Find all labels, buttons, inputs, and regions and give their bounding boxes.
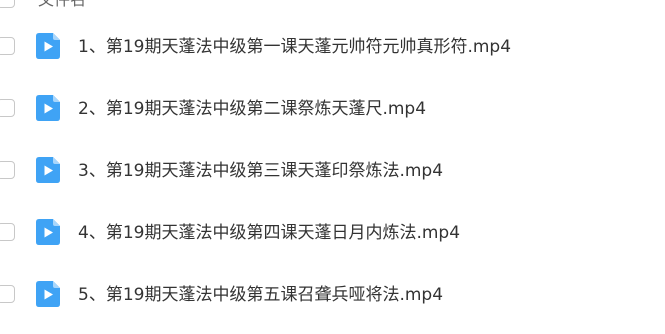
video-file-icon	[36, 281, 60, 307]
file-row[interactable]: 4、第19期天蓬法中级第四课天蓬日月内炼法.mp4	[0, 202, 665, 264]
file-row[interactable]: 1、第19期天蓬法中级第一课天蓬元帅符元帅真形符.mp4	[0, 16, 665, 78]
file-name[interactable]: 5、第19期天蓬法中级第五课召聋兵哑将法.mp4	[78, 282, 443, 308]
list-header: 文件名	[0, 0, 665, 12]
file-name[interactable]: 1、第19期天蓬法中级第一课天蓬元帅符元帅真形符.mp4	[78, 34, 511, 60]
row-checkbox[interactable]	[0, 223, 15, 241]
row-checkbox[interactable]	[0, 37, 15, 55]
row-checkbox[interactable]	[0, 161, 15, 179]
file-name[interactable]: 4、第19期天蓬法中级第四课天蓬日月内炼法.mp4	[78, 220, 460, 246]
row-checkbox[interactable]	[0, 285, 15, 303]
file-row[interactable]: 3、第19期天蓬法中级第三课天蓬印祭炼法.mp4	[0, 140, 665, 202]
column-header-filename[interactable]: 文件名	[38, 0, 86, 10]
file-name[interactable]: 2、第19期天蓬法中级第二课祭炼天蓬尺.mp4	[78, 96, 426, 122]
file-row[interactable]: 2、第19期天蓬法中级第二课祭炼天蓬尺.mp4	[0, 78, 665, 140]
video-file-icon	[36, 95, 60, 121]
file-name[interactable]: 3、第19期天蓬法中级第三课天蓬印祭炼法.mp4	[78, 158, 443, 184]
video-file-icon	[36, 157, 60, 183]
file-list: 1、第19期天蓬法中级第一课天蓬元帅符元帅真形符.mp4 2、第19期天蓬法中级…	[0, 16, 665, 326]
video-file-icon	[36, 33, 60, 59]
file-row[interactable]: 5、第19期天蓬法中级第五课召聋兵哑将法.mp4	[0, 264, 665, 326]
row-checkbox[interactable]	[0, 99, 15, 117]
video-file-icon	[36, 219, 60, 245]
select-all-checkbox[interactable]	[0, 0, 15, 8]
